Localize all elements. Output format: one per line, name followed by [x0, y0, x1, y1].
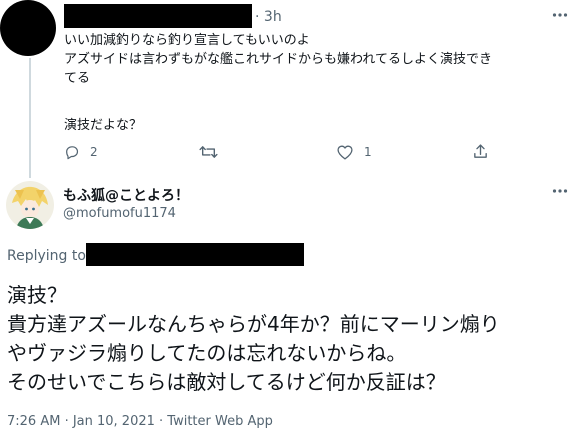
- author-avatar[interactable]: [6, 181, 54, 229]
- like-button[interactable]: 1: [336, 144, 372, 160]
- parent-time[interactable]: · 3h: [255, 9, 282, 25]
- retweet-button[interactable]: [199, 144, 228, 160]
- parent-text-line: てる: [64, 71, 91, 86]
- author-handle[interactable]: @mofumofu1174: [63, 206, 176, 221]
- parent-text-line: [64, 88, 569, 107]
- parent-avatar[interactable]: [0, 0, 56, 56]
- heart-icon: [337, 145, 353, 160]
- reply-icon: [66, 146, 79, 160]
- main-more-icon[interactable]: [552, 188, 568, 194]
- parent-time-text: 3h: [263, 9, 282, 25]
- author-display-name[interactable]: もふ狐@ことよろ！: [63, 185, 189, 205]
- parent-text-line: いい加減釣りなら釣り宣言してもいいのよ: [64, 33, 310, 48]
- parent-text-line: 演技だよな？: [64, 118, 143, 133]
- redacted-reply-target[interactable]: [86, 243, 304, 266]
- main-text-line: やヴァジラ煽りしてたのは忘れないからね。: [7, 341, 407, 365]
- time-separator: ·: [255, 9, 260, 25]
- reply-count: 2: [90, 145, 98, 159]
- share-icon: [474, 144, 487, 158]
- main-text-line: 貴方達アズールなんちゃらが4年か？前にマーリン煽り: [7, 312, 500, 336]
- parent-more-icon[interactable]: [552, 12, 568, 18]
- thread-line: [29, 58, 31, 178]
- reply-button[interactable]: 2: [64, 144, 98, 160]
- share-button[interactable]: [472, 143, 489, 160]
- parent-tweet-text: いい加減釣りなら釣り宣言してもいいのよ アズサイドは言わずもがな艦これサイドから…: [64, 31, 569, 135]
- retweet-icon: [199, 146, 218, 158]
- redacted-parent-author: [64, 4, 252, 28]
- replying-to-label: Replying to: [7, 248, 86, 264]
- parent-text-line: アズサイドは言わずもがな艦これサイドからも嫌われてるしよく演技でき: [64, 52, 492, 67]
- main-text-line: そのせいでこちらは敵対してるけど何か反証は？: [7, 370, 446, 394]
- tweet-timestamp[interactable]: 7:26 AM · Jan 10, 2021 · Twitter Web App: [7, 414, 273, 429]
- main-tweet-text: 演技？ 貴方達アズールなんちゃらが4年か？前にマーリン煽り やヴァジラ煽りしてた…: [7, 281, 575, 397]
- like-count: 1: [364, 145, 372, 159]
- main-text-line: 演技？: [7, 283, 67, 307]
